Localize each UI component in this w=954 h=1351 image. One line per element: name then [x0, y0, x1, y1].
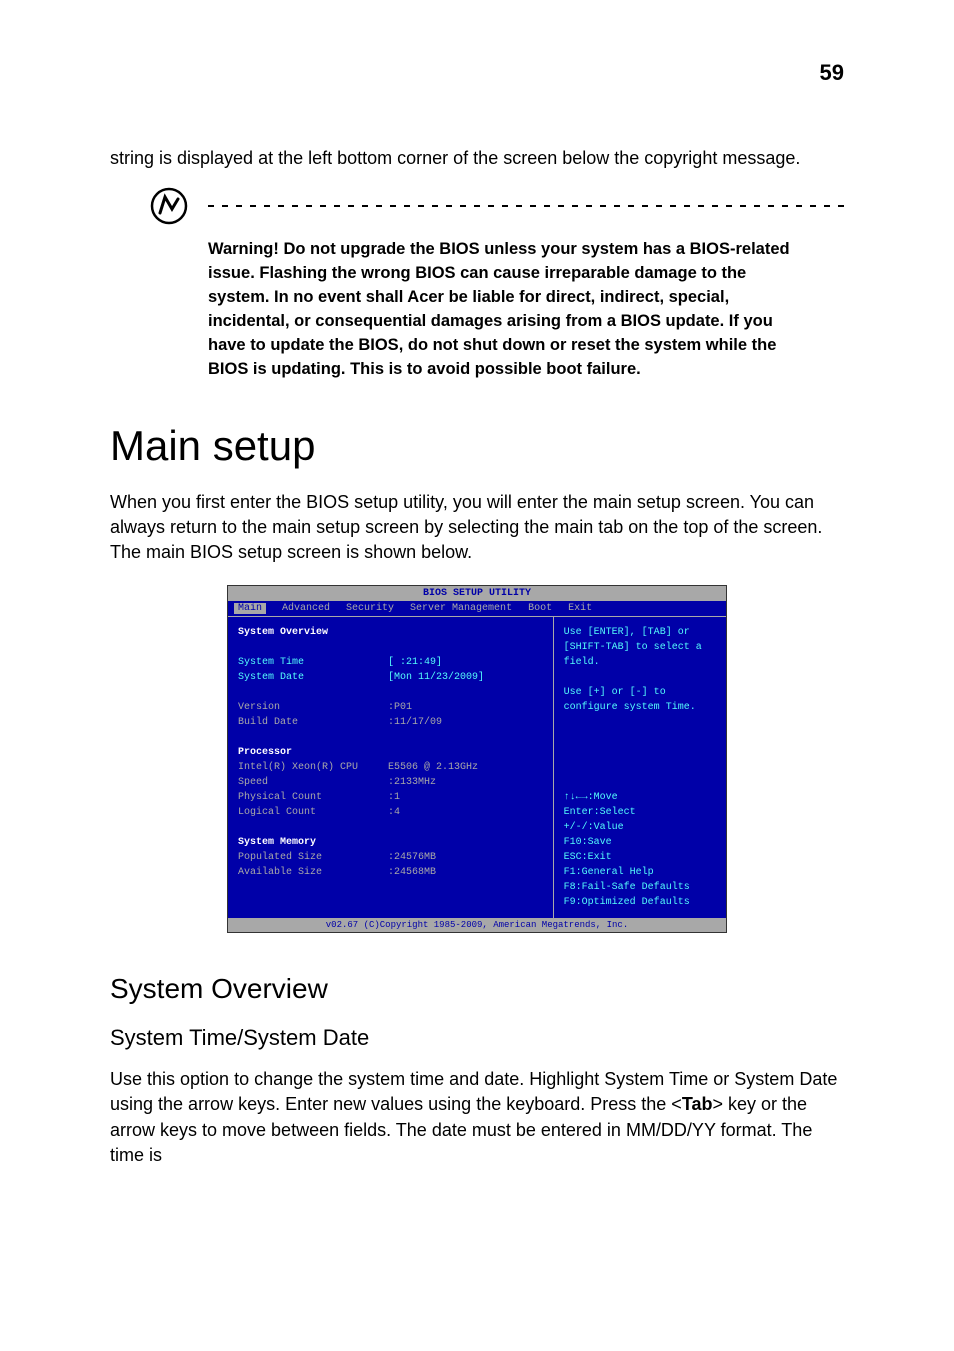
bios-nav-save: F10:Save — [564, 835, 716, 850]
bios-builddate-label: Build Date — [238, 715, 388, 730]
bios-nav-help: F1:General Help — [564, 865, 716, 880]
main-heading: Main setup — [110, 422, 844, 470]
bios-menu-bar: Main Advanced Security Server Management… — [228, 601, 726, 616]
dashed-divider — [208, 205, 844, 207]
bios-date-value: [Mon 11/23/2009] — [388, 670, 484, 685]
bios-tab-server: Server Management — [410, 603, 512, 614]
bios-help-2: Use [+] or [-] to configure system Time. — [564, 685, 716, 715]
bios-builddate-value: :11/17/09 — [388, 715, 442, 730]
bios-processor-title: Processor — [238, 745, 543, 760]
bios-logcount-label: Logical Count — [238, 805, 388, 820]
bios-populated-label: Populated Size — [238, 850, 388, 865]
page-number: 59 — [110, 60, 844, 86]
bios-screenshot: BIOS SETUP UTILITY Main Advanced Securit… — [227, 585, 727, 933]
bios-speed-label: Speed — [238, 775, 388, 790]
sub-body-text: Use this option to change the system tim… — [110, 1067, 844, 1168]
bios-title: BIOS SETUP UTILITY — [228, 586, 726, 601]
bios-footer: v02.67 (C)Copyright 1985-2009, American … — [228, 918, 726, 932]
bios-populated-value: :24576MB — [388, 850, 436, 865]
bios-speed-value: :2133MHz — [388, 775, 436, 790]
bios-tab-security: Security — [346, 603, 394, 614]
bios-physcount-label: Physical Count — [238, 790, 388, 805]
bios-date-label: System Date — [238, 670, 388, 685]
bios-nav-optimized: F9:Optimized Defaults — [564, 895, 716, 910]
bios-time-label: System Time — [238, 655, 388, 670]
bios-tab-main: Main — [234, 603, 266, 614]
bios-tab-exit: Exit — [568, 603, 592, 614]
bios-logcount-value: :4 — [388, 805, 400, 820]
bios-available-label: Available Size — [238, 865, 388, 880]
sub-heading: System Time/System Date — [110, 1025, 844, 1051]
bios-memory-title: System Memory — [238, 835, 543, 850]
main-body-text: When you first enter the BIOS setup util… — [110, 490, 844, 566]
warning-text: Warning! Do not upgrade the BIOS unless … — [208, 238, 804, 382]
bios-nav-select: Enter:Select — [564, 805, 716, 820]
warning-icon — [150, 187, 188, 230]
bios-cpu-value: E5506 @ 2.13GHz — [388, 760, 478, 775]
bios-nav-exit: ESC:Exit — [564, 850, 716, 865]
intro-text: string is displayed at the left bottom c… — [110, 146, 844, 171]
tab-key-label: Tab — [682, 1094, 713, 1114]
bios-cpu-label: Intel(R) Xeon(R) CPU — [238, 760, 388, 775]
bios-physcount-value: :1 — [388, 790, 400, 805]
bios-right-panel: Use [ENTER], [TAB] or [SHIFT-TAB] to sel… — [553, 617, 726, 918]
bios-overview-title: System Overview — [238, 625, 543, 640]
bios-tab-advanced: Advanced — [282, 603, 330, 614]
bios-nav-value: +/-/:Value — [564, 820, 716, 835]
bios-version-value: :P01 — [388, 700, 412, 715]
bios-nav-failsafe: F8:Fail-Safe Defaults — [564, 880, 716, 895]
bios-help-1: Use [ENTER], [TAB] or [SHIFT-TAB] to sel… — [564, 625, 716, 670]
section-heading: System Overview — [110, 973, 844, 1005]
bios-version-label: Version — [238, 700, 388, 715]
bios-nav-move: ↑↓←→:Move — [564, 790, 716, 805]
bios-left-panel: System Overview System Time [ :21:49] Sy… — [228, 617, 553, 918]
bios-available-value: :24568MB — [388, 865, 436, 880]
bios-time-value: [ :21:49] — [388, 655, 442, 670]
bios-tab-boot: Boot — [528, 603, 552, 614]
warning-block: Warning! Do not upgrade the BIOS unless … — [150, 187, 844, 382]
